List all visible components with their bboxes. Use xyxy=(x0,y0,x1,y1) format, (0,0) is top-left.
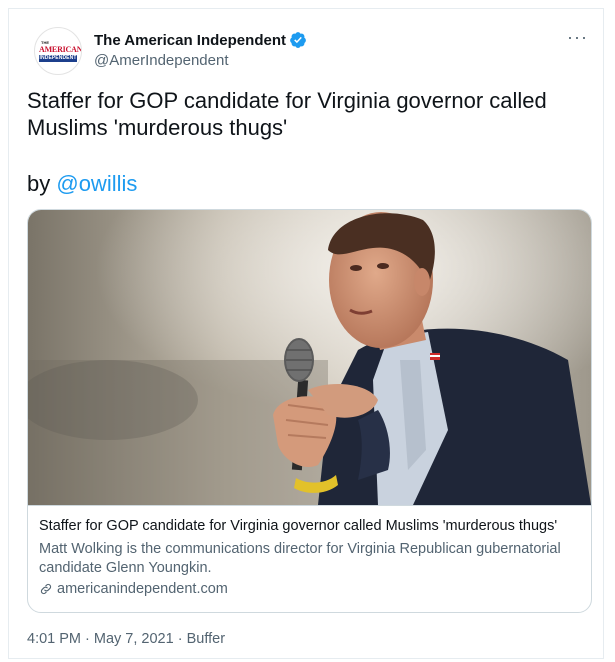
card-description: Matt Wolking is the communications direc… xyxy=(39,541,561,576)
card-footer[interactable]: Staffer for GOP candidate for Virginia g… xyxy=(28,505,591,612)
tweet-meta: 4:01 PM · May 7, 2021 · Buffer xyxy=(27,631,225,647)
tweet-byline: by @owillis xyxy=(27,170,137,197)
tweet-time[interactable]: 4:01 PM xyxy=(27,631,81,647)
more-options-icon[interactable]: ··· xyxy=(567,27,588,48)
link-icon xyxy=(40,583,52,595)
card-domain[interactable]: americanindependent.com xyxy=(39,581,228,597)
tweet-text: Staffer for GOP candidate for Virginia g… xyxy=(27,88,547,140)
tweet-card: THE AMERICAN INDEPENDENT The American In… xyxy=(8,8,604,659)
meta-separator-1: · xyxy=(81,631,94,647)
mention-link[interactable]: @owillis xyxy=(56,171,137,196)
card-photo xyxy=(28,210,591,505)
byline-prefix: by xyxy=(27,171,57,196)
card-title: Staffer for GOP candidate for Virginia g… xyxy=(39,518,558,534)
link-preview-card[interactable]: Staffer for GOP candidate for Virginia g… xyxy=(27,209,592,613)
card-image xyxy=(28,210,591,505)
card-domain-text: americanindependent.com xyxy=(57,581,228,597)
author-display-name[interactable]: The American Independent xyxy=(94,32,286,49)
tweet-source[interactable]: Buffer xyxy=(187,631,225,647)
author-name-row: The American Independent xyxy=(94,31,307,49)
avatar[interactable]: THE AMERICAN INDEPENDENT xyxy=(34,27,82,75)
avatar-text-american: AMERICAN xyxy=(39,45,82,54)
author-handle[interactable]: @AmerIndependent xyxy=(94,52,228,69)
tweet-date[interactable]: May 7, 2021 xyxy=(94,631,174,647)
verified-badge-icon xyxy=(290,32,306,48)
avatar-text-independent: INDEPENDENT xyxy=(39,55,77,62)
meta-separator-2: · xyxy=(173,631,187,647)
